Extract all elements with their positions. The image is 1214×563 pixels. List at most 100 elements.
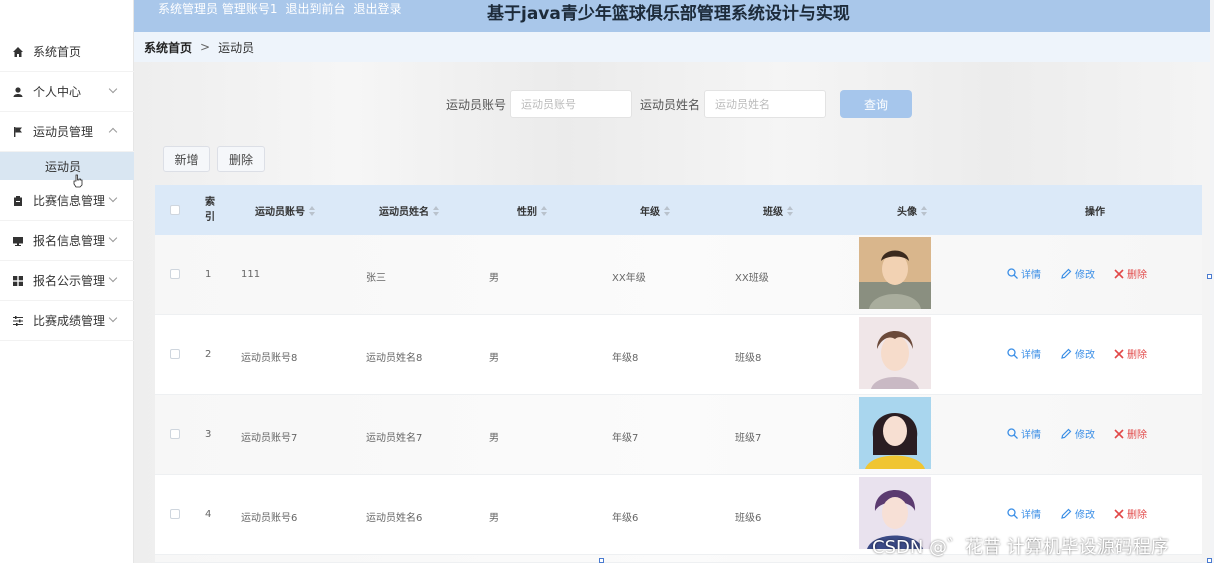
header-links: 系统管理员 管理账号1 退出到前台 退出登录 [158, 0, 401, 17]
sidebar-item-signup-announcement[interactable]: 报名公示管理 [0, 261, 134, 301]
edit-button[interactable]: 修改 [1061, 506, 1095, 521]
breadcrumb-current: 运动员 [218, 40, 255, 55]
resize-handle[interactable] [599, 558, 604, 563]
cell-class: 班级7 [735, 433, 762, 444]
cell-index: 1 [205, 269, 212, 280]
query-button[interactable]: 查询 [840, 90, 912, 118]
detail-label: 详情 [1021, 350, 1041, 361]
detail-label: 详情 [1021, 430, 1041, 441]
detail-button[interactable]: 详情 [1007, 266, 1041, 281]
header-gender[interactable]: 性别 [517, 203, 547, 218]
sort-icon [433, 205, 439, 216]
add-button[interactable]: 新增 [163, 146, 210, 172]
breadcrumb: 系统首页 > 运动员 [134, 32, 1210, 62]
sidebar-item-match-info[interactable]: 比赛信息管理 [0, 181, 134, 221]
header-grade[interactable]: 年级 [640, 203, 670, 218]
sidebar-item-home[interactable]: 系统首页 [0, 32, 134, 72]
header-account-label: 运动员账号 [255, 207, 305, 218]
sidebar-item-label: 系统首页 [33, 45, 82, 59]
pencil-icon [1061, 428, 1072, 439]
header-name[interactable]: 运动员姓名 [379, 203, 439, 218]
search-icon [1007, 268, 1018, 279]
detail-button[interactable]: 详情 [1007, 506, 1041, 521]
sidebar-item-match-scores[interactable]: 比赛成绩管理 [0, 301, 134, 341]
cell-grade: 年级8 [612, 353, 639, 364]
cell-account: 111 [241, 269, 261, 280]
name-search-input[interactable] [704, 90, 826, 118]
sliders-icon [13, 315, 23, 326]
resize-handle[interactable] [1207, 274, 1212, 279]
row-checkbox[interactable] [170, 269, 180, 279]
admin-account-label: 系统管理员 管理账号1 [158, 2, 278, 16]
breadcrumb-home[interactable]: 系统首页 [144, 39, 192, 56]
breadcrumb-separator: > [200, 40, 211, 54]
edit-label: 修改 [1075, 510, 1095, 521]
cell-gender: 男 [489, 353, 499, 364]
resize-handle[interactable] [1207, 558, 1212, 563]
row-checkbox[interactable] [170, 349, 180, 359]
header-class-label: 班级 [763, 207, 783, 218]
cell-name: 运动员姓名7 [366, 433, 423, 444]
go-frontend-link[interactable]: 退出到前台 [285, 0, 345, 17]
page-title: 基于java青少年篮球俱乐部管理系统设计与实现 [487, 4, 850, 24]
sidebar-item-label: 比赛成绩管理 [33, 314, 106, 328]
monitor-icon [13, 236, 23, 246]
sidebar-item-label: 比赛信息管理 [33, 194, 106, 208]
pencil-icon [1061, 268, 1072, 279]
row-checkbox[interactable] [170, 509, 180, 519]
header-index: 索引 [205, 197, 215, 223]
name-search-label: 运动员姓名 [640, 98, 701, 112]
delete-button[interactable]: 删除 [1114, 426, 1147, 441]
sidebar-item-label: 报名信息管理 [33, 234, 106, 248]
avatar [859, 317, 931, 389]
chevron-up-icon [108, 127, 118, 137]
avatar [859, 397, 931, 469]
delete-button[interactable]: 删除 [1114, 346, 1147, 361]
cell-account: 运动员账号8 [241, 353, 298, 364]
cell-class: 班级6 [735, 513, 762, 524]
close-icon [1114, 508, 1124, 519]
table-header: 索引 运动员账号 运动员姓名 性别 年级 班级 头像 操作 [155, 185, 1202, 235]
main-content: 运动员账号 运动员姓名 查询 新增 删除 索引 运动员账号 运动员姓名 性别 年… [134, 62, 1210, 563]
close-icon [1114, 268, 1124, 279]
bulk-delete-button[interactable]: 删除 [217, 146, 265, 172]
cell-account: 运动员账号6 [241, 513, 298, 524]
cell-gender: 男 [489, 433, 499, 444]
cell-grade: 年级7 [612, 433, 639, 444]
delete-label: 删除 [1127, 430, 1147, 441]
cell-name: 运动员姓名6 [366, 513, 423, 524]
edit-button[interactable]: 修改 [1061, 266, 1095, 281]
cell-name: 运动员姓名8 [366, 353, 423, 364]
detail-label: 详情 [1021, 510, 1041, 521]
header-avatar-label: 头像 [897, 207, 917, 218]
select-all-checkbox[interactable] [170, 205, 180, 215]
chevron-down-icon [108, 273, 118, 283]
edit-button[interactable]: 修改 [1061, 346, 1095, 361]
sidebar-item-label: 报名公示管理 [33, 274, 106, 288]
sidebar-subitem-athlete[interactable]: 运动员 [0, 152, 134, 180]
chevron-down-icon [108, 193, 118, 203]
sidebar-item-signup-info[interactable]: 报名信息管理 [0, 221, 134, 261]
account-search-label: 运动员账号 [446, 98, 507, 112]
header-class[interactable]: 班级 [763, 203, 793, 218]
edit-button[interactable]: 修改 [1061, 426, 1095, 441]
cell-account: 运动员账号7 [241, 433, 298, 444]
delete-button[interactable]: 删除 [1114, 266, 1147, 281]
detail-button[interactable]: 详情 [1007, 346, 1041, 361]
account-search-input[interactable] [510, 90, 632, 118]
watermark-text: CSDN @゛花昔 计算机毕设源码程序 [872, 537, 1169, 558]
header-gender-label: 性别 [517, 207, 537, 218]
header-avatar[interactable]: 头像 [897, 203, 927, 218]
detail-label: 详情 [1021, 270, 1041, 281]
logout-link[interactable]: 退出登录 [353, 0, 401, 17]
detail-button[interactable]: 详情 [1007, 426, 1041, 441]
header-account[interactable]: 运动员账号 [255, 203, 315, 218]
row-checkbox[interactable] [170, 429, 180, 439]
sidebar-item-personal-center[interactable]: 个人中心 [0, 72, 134, 112]
delete-button[interactable]: 删除 [1114, 506, 1147, 521]
sidebar: 系统首页 个人中心 运动员管理 运动员 比赛信息管理 报名信息管理 报名公示管理… [0, 0, 134, 563]
sidebar-item-label: 个人中心 [33, 85, 82, 99]
home-icon [13, 46, 23, 57]
sidebar-item-athlete-management[interactable]: 运动员管理 [0, 112, 134, 152]
delete-label: 删除 [1127, 270, 1147, 281]
